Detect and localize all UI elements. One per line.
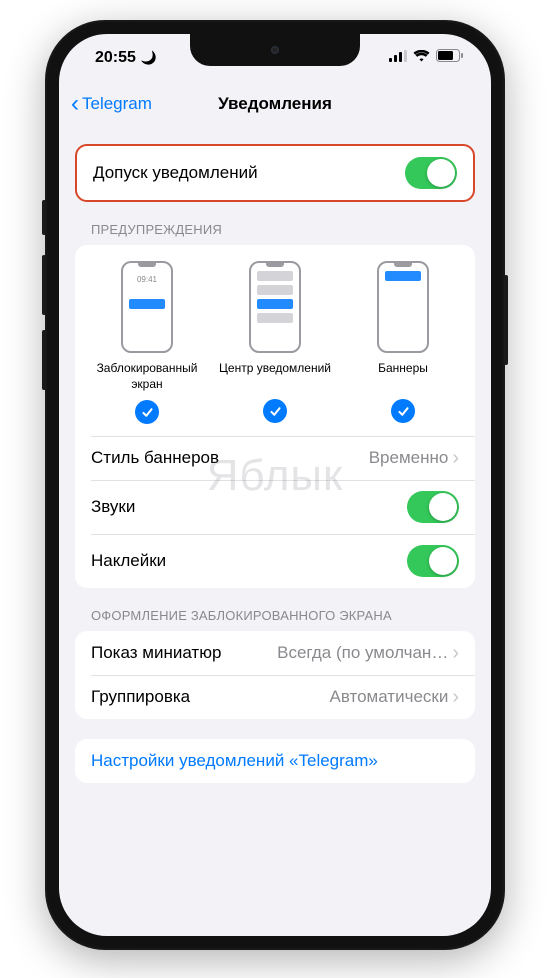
badges-row[interactable]: Наклейки — [75, 534, 475, 588]
power-button — [504, 275, 508, 365]
screen: Яблык 20:55 ‹ Tele — [59, 34, 491, 936]
alert-label: Центр уведомлений — [219, 361, 331, 391]
mute-switch — [42, 200, 46, 235]
check-icon — [135, 400, 159, 424]
cellular-signal-icon — [389, 49, 407, 67]
alerts-header: ПРЕДУПРЕЖДЕНИЯ — [75, 222, 475, 245]
chevron-right-icon: › — [452, 448, 459, 468]
page-title: Уведомления — [218, 94, 332, 114]
allow-notifications-row[interactable]: Допуск уведомлений — [77, 146, 473, 200]
status-time: 20:55 — [95, 49, 136, 67]
allow-toggle[interactable] — [405, 157, 457, 189]
row-label: Наклейки — [91, 551, 166, 571]
nav-bar: ‹ Telegram Уведомления — [59, 82, 491, 126]
notch — [190, 34, 360, 66]
app-settings-card: Настройки уведомлений «Telegram» — [75, 739, 475, 783]
app-notification-settings-link[interactable]: Настройки уведомлений «Telegram» — [75, 739, 475, 783]
do-not-disturb-icon — [141, 49, 157, 67]
back-label: Telegram — [82, 94, 152, 114]
allow-notifications-card: Допуск уведомлений — [75, 144, 475, 202]
sounds-row[interactable]: Звуки — [75, 480, 475, 534]
lock-screen-preview-icon: 09:41 — [121, 261, 173, 353]
chevron-left-icon: ‹ — [71, 92, 79, 116]
check-icon — [263, 399, 287, 423]
grouping-row[interactable]: Группировка Автоматически › — [75, 675, 475, 719]
notification-center-preview-icon — [249, 261, 301, 353]
row-label: Показ миниатюр — [91, 643, 221, 663]
volume-up — [42, 255, 46, 315]
row-value: Автоматически — [329, 687, 448, 707]
settings-content: Допуск уведомлений ПРЕДУПРЕЖДЕНИЯ 09:41 — [59, 126, 491, 803]
alert-label: Заблокированный экран — [84, 361, 211, 392]
alert-style-options: 09:41 Заблокированный экран — [75, 245, 475, 436]
chevron-right-icon: › — [452, 687, 459, 707]
alerts-card: 09:41 Заблокированный экран — [75, 245, 475, 588]
phone-frame: Яблык 20:55 ‹ Tele — [45, 20, 505, 950]
alert-option-notification-center[interactable]: Центр уведомлений — [212, 261, 339, 424]
sounds-toggle[interactable] — [407, 491, 459, 523]
row-label: Группировка — [91, 687, 190, 707]
volume-down — [42, 330, 46, 390]
badges-toggle[interactable] — [407, 545, 459, 577]
alert-option-banners[interactable]: Баннеры — [340, 261, 467, 424]
row-value: Всегда (по умолчан… — [277, 643, 448, 663]
allow-label: Допуск уведомлений — [93, 163, 258, 183]
lockscreen-header: ОФОРМЛЕНИЕ ЗАБЛОКИРОВАННОГО ЭКРАНА — [75, 608, 475, 631]
back-button[interactable]: ‹ Telegram — [71, 92, 152, 116]
row-label: Стиль баннеров — [91, 448, 219, 468]
alert-label: Баннеры — [378, 361, 428, 391]
chevron-right-icon: › — [452, 643, 459, 663]
lockscreen-card: Показ миниатюр Всегда (по умолчан… › Гру… — [75, 631, 475, 719]
battery-icon — [436, 49, 463, 67]
check-icon — [391, 399, 415, 423]
row-label: Звуки — [91, 497, 135, 517]
link-label: Настройки уведомлений «Telegram» — [91, 751, 378, 771]
banner-style-row[interactable]: Стиль баннеров Временно › — [75, 436, 475, 480]
banner-preview-icon — [377, 261, 429, 353]
row-value: Временно — [369, 448, 449, 468]
alert-option-lock-screen[interactable]: 09:41 Заблокированный экран — [84, 261, 211, 424]
previews-row[interactable]: Показ миниатюр Всегда (по умолчан… › — [75, 631, 475, 675]
wifi-icon — [413, 49, 430, 67]
